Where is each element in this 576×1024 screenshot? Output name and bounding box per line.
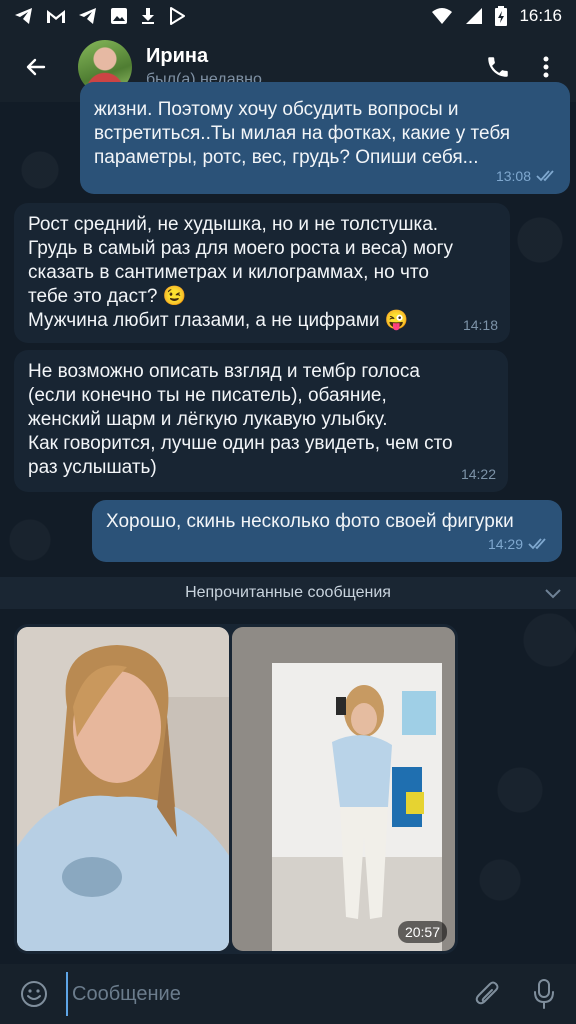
microphone-icon <box>534 979 554 1009</box>
message-meta: 14:29 <box>488 532 550 556</box>
message-text: Хорошо, скинь несколько фото своей фигур… <box>106 511 514 532</box>
message-time: 14:18 <box>462 317 498 333</box>
system-icons: 16:16 <box>431 6 562 26</box>
phone-icon <box>488 57 508 77</box>
message-text: Рост средний, не худышка, но и не толсту… <box>28 214 454 331</box>
unread-messages-divider: Непрочитанные сообщения <box>0 577 576 609</box>
double-check-icon <box>536 170 554 182</box>
play-store-icon <box>170 7 185 25</box>
message-bubble-outgoing[interactable]: Хорошо, скинь несколько фото своей фигур… <box>92 500 562 562</box>
selfie-photo[interactable] <box>17 627 229 951</box>
wifi-icon <box>432 8 453 24</box>
message-meta: 14:18 <box>463 313 498 337</box>
arrow-left-icon <box>26 58 46 76</box>
contact-name: Ирина <box>146 45 209 67</box>
message-time: 13:08 <box>495 168 531 184</box>
video-duration-badge: 20:57 <box>397 921 447 943</box>
voice-message-button[interactable] <box>516 966 572 1022</box>
more-vertical-icon <box>543 56 549 78</box>
message-composer <box>0 964 576 1024</box>
notification-icons <box>14 7 186 25</box>
smiley-icon <box>21 981 47 1007</box>
message-time: 14:22 <box>460 466 496 482</box>
battery-icon <box>495 6 508 26</box>
selfie-photo-image <box>17 627 229 951</box>
telegram-icon <box>15 8 32 24</box>
clock: 16:16 <box>519 6 562 25</box>
message-input[interactable] <box>66 972 460 1016</box>
message-bubble-outgoing[interactable]: жизни. Поэтому хочу обсудить вопросы и в… <box>80 82 570 194</box>
emoji-button[interactable] <box>6 966 62 1022</box>
message-time: 14:29 <box>487 536 523 552</box>
status-bar: 16:16 <box>0 0 576 32</box>
unread-label: Непрочитанные сообщения <box>185 584 391 601</box>
message-text: Не возможно описать взгляд и тембр голос… <box>28 361 453 478</box>
double-check-icon <box>528 538 546 550</box>
message-bubble-incoming[interactable]: Не возможно описать взгляд и тембр голос… <box>14 350 508 492</box>
mirror-selfie-image <box>231 627 455 951</box>
signal-icon <box>466 8 483 24</box>
download-icon <box>142 8 154 24</box>
message-bubble-incoming[interactable]: Рост средний, не худышка, но и не толсту… <box>14 203 510 343</box>
message-meta: 13:08 <box>496 164 558 188</box>
chevron-down-icon[interactable] <box>544 585 562 601</box>
paperclip-icon <box>475 981 499 1005</box>
gmail-icon <box>47 10 65 23</box>
mirror-selfie-video[interactable]: 20:57 <box>231 627 455 951</box>
image-icon <box>111 8 127 24</box>
attach-button[interactable] <box>460 966 516 1022</box>
back-button[interactable] <box>8 39 64 95</box>
message-meta: 14:22 <box>461 462 496 486</box>
message-text: жизни. Поэтому хочу обсудить вопросы и в… <box>94 99 511 168</box>
media-album: 20:57 <box>14 624 458 954</box>
telegram-icon <box>79 8 96 24</box>
